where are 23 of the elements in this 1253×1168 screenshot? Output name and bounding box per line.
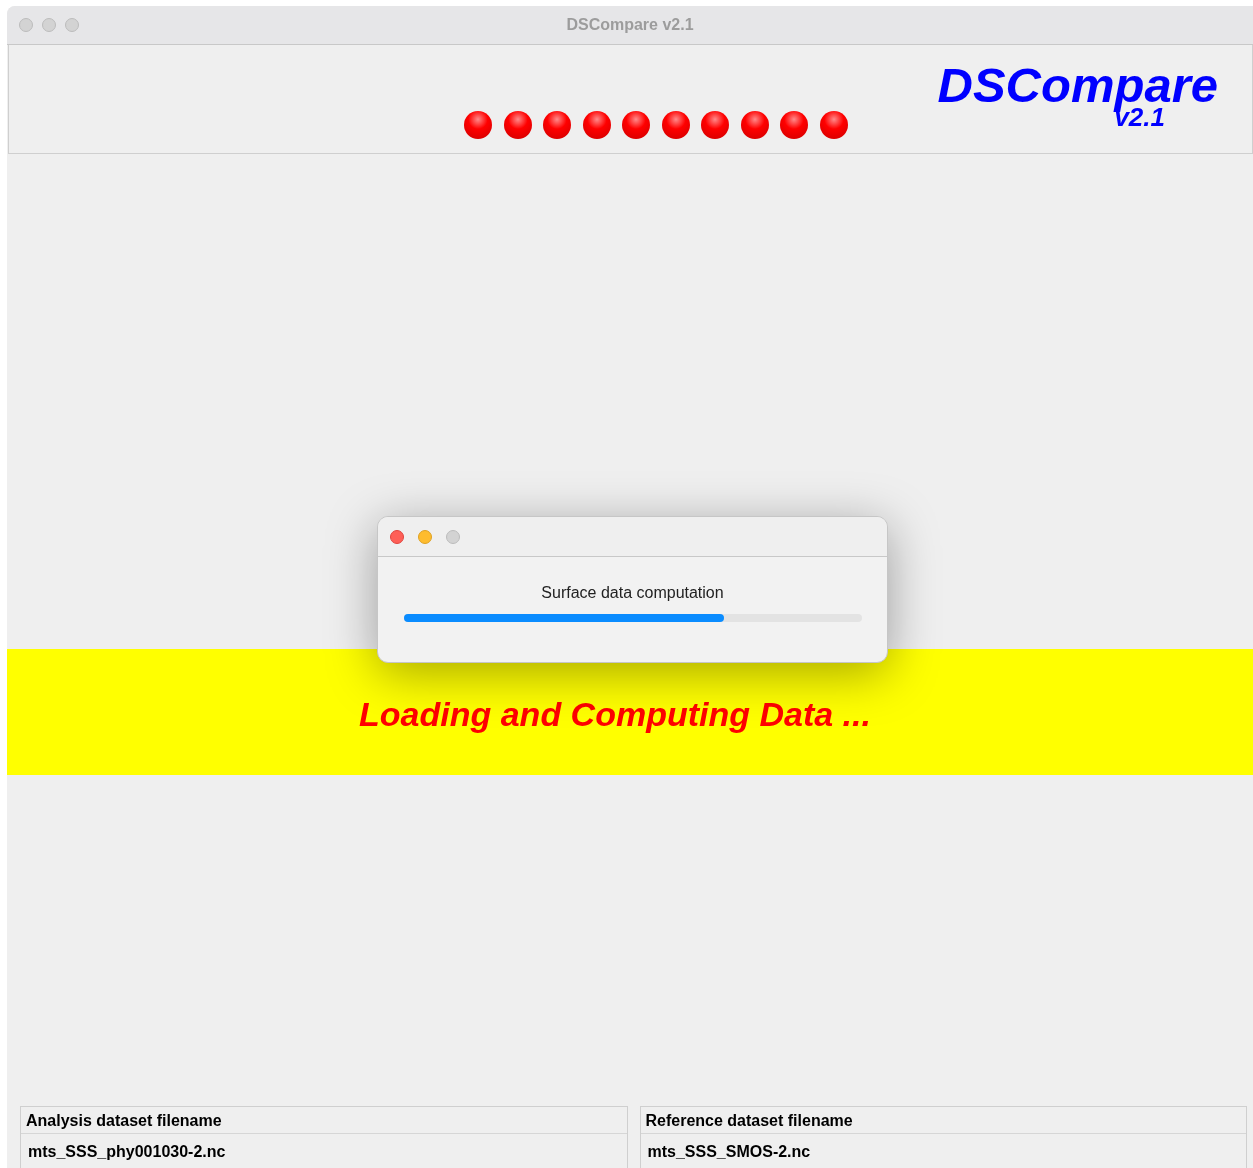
status-light-icon (622, 111, 650, 139)
status-light-icon (503, 111, 532, 139)
minimize-icon[interactable] (418, 529, 432, 544)
status-light-icon (701, 111, 729, 139)
window-control-icon[interactable] (19, 18, 33, 32)
status-light-icon (740, 111, 769, 139)
status-light-icon (543, 111, 571, 139)
filename-field: mts_SSS_SMOS-2.nc (640, 1134, 1246, 1168)
status-light-icon (819, 111, 848, 139)
loading-message: Loading and Computing Data ... (359, 694, 871, 734)
window-control-icon[interactable] (42, 18, 56, 32)
close-icon[interactable] (390, 529, 404, 544)
file-label: Reference dataset filename (640, 1107, 1246, 1134)
file-label: Analysis dataset filename (21, 1107, 627, 1134)
window-title: DSCompare v2.1 (566, 16, 694, 34)
progress-message: Surface data computation (541, 584, 724, 602)
status-light-icon (780, 111, 808, 139)
zoom-icon (446, 529, 460, 544)
status-light-icon (582, 111, 611, 139)
filename-field: mts_SSS_phy001030-2.nc (21, 1134, 627, 1168)
window-control-icon[interactable] (65, 18, 79, 32)
status-light-icon (661, 111, 690, 139)
status-light-icon (464, 111, 492, 139)
